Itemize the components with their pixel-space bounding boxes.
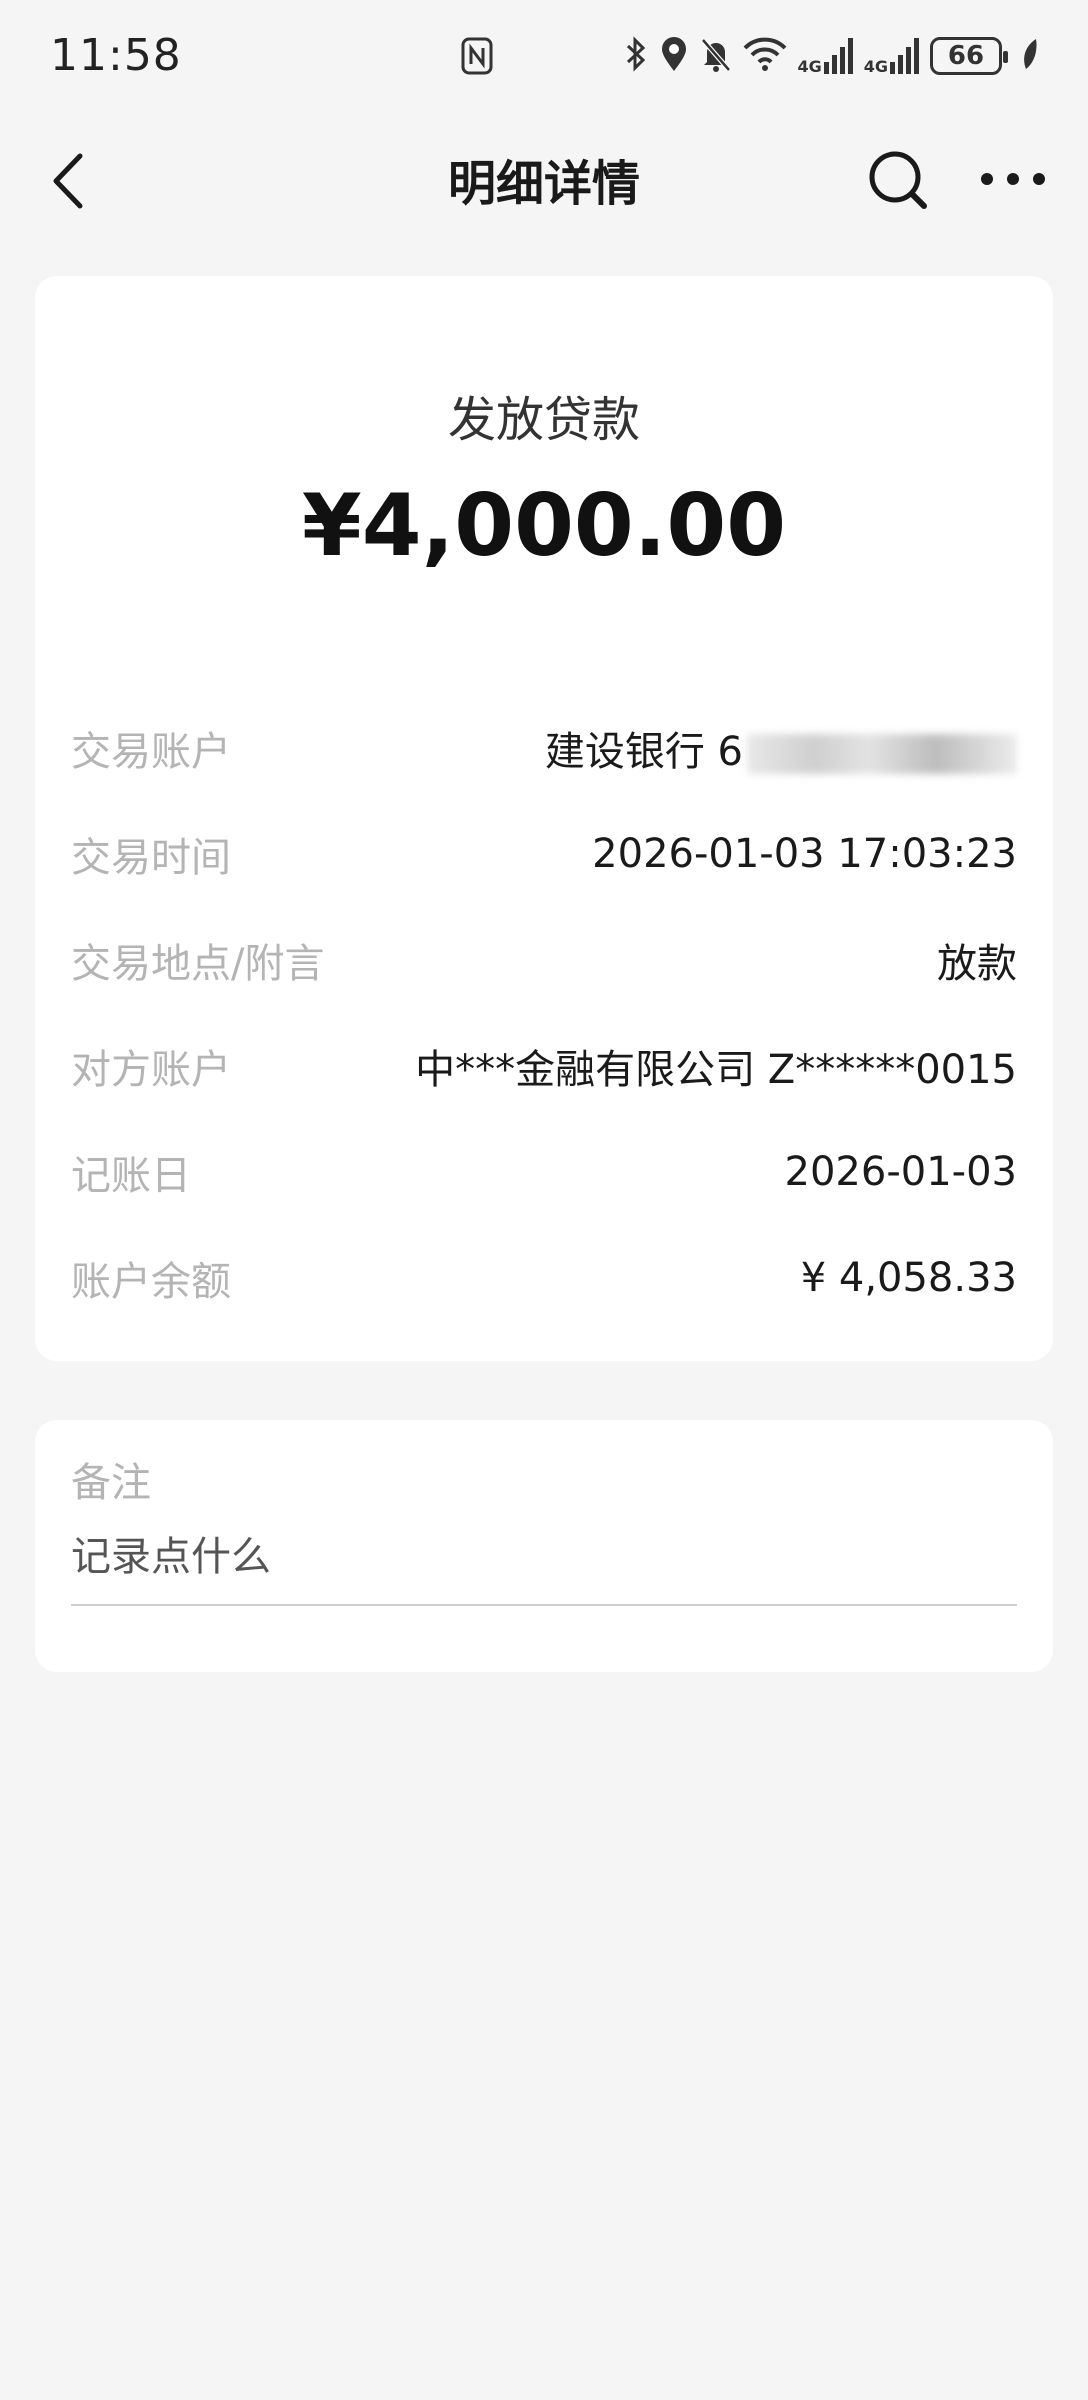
detail-label: 记账日 xyxy=(71,1153,191,1199)
detail-label: 交易地点/附言 xyxy=(71,941,325,987)
status-bar: 11:58 4G 4G 66 xyxy=(0,0,1088,112)
redacted-mask xyxy=(747,734,1017,774)
transaction-type: 发放贷款 xyxy=(447,392,640,448)
detail-label: 交易时间 xyxy=(71,835,231,881)
battery-icon: 66 xyxy=(930,37,1008,75)
network-label: 4G xyxy=(863,57,888,76)
location-icon xyxy=(659,34,689,78)
bell-off-icon xyxy=(699,34,733,78)
detail-row-time: 交易时间 2026-01-03 17:03:23 xyxy=(71,824,1017,884)
detail-label: 交易账户 xyxy=(71,729,231,775)
transaction-card: 发放贷款 ¥4,000.00 交易账户 建设银行 6 交易时间 2026-01-… xyxy=(35,276,1053,1361)
detail-value: 2026-01-03 xyxy=(784,1149,1017,1195)
status-time: 11:58 xyxy=(50,30,182,81)
detail-value: 放款 xyxy=(937,941,1017,987)
detail-row-account: 交易账户 建设银行 6 xyxy=(71,718,1017,778)
network-label: 4G xyxy=(797,57,822,76)
search-icon[interactable] xyxy=(866,148,930,212)
detail-value: ¥ 4,058.33 xyxy=(800,1255,1017,1301)
transaction-amount: ¥4,000.00 xyxy=(301,476,787,576)
wifi-icon xyxy=(743,34,787,78)
detail-label: 对方账户 xyxy=(71,1047,231,1093)
note-card: 备注 xyxy=(35,1420,1053,1672)
account-bank: 建设银行 6 xyxy=(544,729,743,775)
detail-value: 建设银行 6 xyxy=(545,719,1017,777)
leaf-icon xyxy=(1020,37,1040,75)
detail-value: 2026-01-03 17:03:23 xyxy=(592,831,1017,877)
bluetooth-icon xyxy=(623,34,649,78)
detail-row-posting-date: 记账日 2026-01-03 xyxy=(71,1142,1017,1202)
nav-bar: 明细详情 xyxy=(0,112,1088,246)
signal-icon: 4G xyxy=(863,38,920,76)
nfc-icon xyxy=(460,36,494,80)
status-icons: 4G 4G 66 xyxy=(623,34,1040,78)
detail-value: 中***金融有限公司 Z******0015 xyxy=(415,1047,1017,1093)
detail-row-balance: 账户余额 ¥ 4,058.33 xyxy=(71,1248,1017,1308)
note-input[interactable] xyxy=(71,1520,1017,1606)
detail-row-counterparty: 对方账户 中***金融有限公司 Z******0015 xyxy=(71,1036,1017,1096)
detail-row-memo: 交易地点/附言 放款 xyxy=(71,930,1017,990)
more-horizontal-icon[interactable] xyxy=(978,164,1048,194)
detail-label: 账户余额 xyxy=(71,1259,231,1305)
signal-icon: 4G xyxy=(797,38,853,76)
note-label: 备注 xyxy=(71,1460,151,1506)
